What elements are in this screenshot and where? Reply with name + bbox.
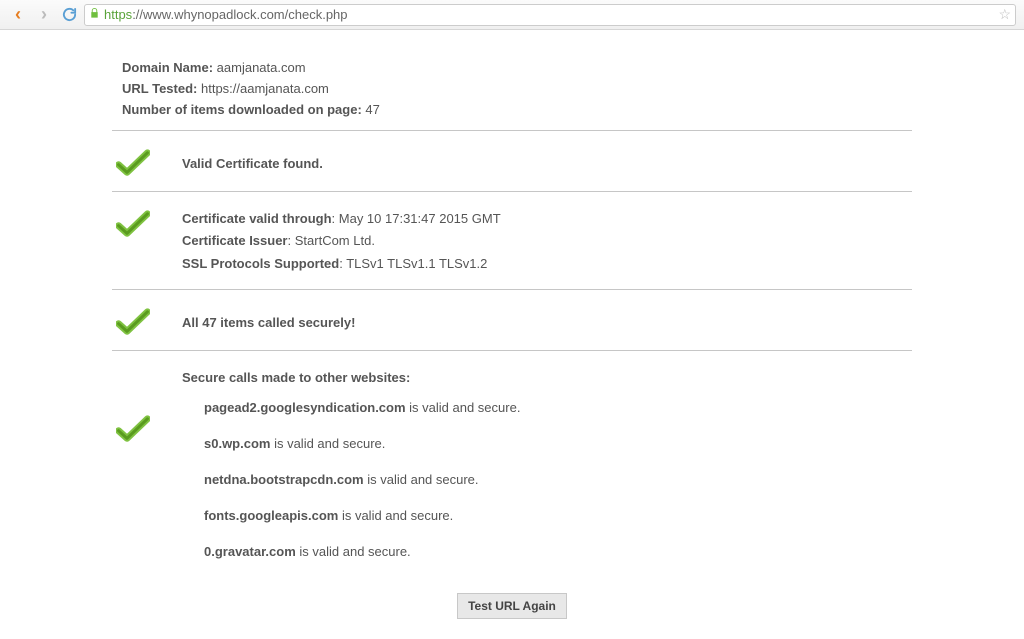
- protocols-label: SSL Protocols Supported: [182, 256, 339, 271]
- page-content: Domain Name: aamjanata.com URL Tested: h…: [102, 30, 922, 639]
- secure-call-host: 0.gravatar.com: [204, 544, 296, 559]
- secure-call-suffix: is valid and secure.: [296, 544, 411, 559]
- issuer-value: StartCom Ltd.: [295, 233, 375, 248]
- secure-call-host: s0.wp.com: [204, 436, 270, 451]
- divider: [112, 289, 912, 290]
- all-secure-text: All 47 items called securely!: [182, 315, 355, 330]
- domain-label: Domain Name:: [122, 60, 213, 75]
- other-sites-row: Secure calls made to other websites: pag…: [112, 361, 912, 582]
- protocols-value: TLSv1 TLSv1.1 TLSv1.2: [346, 256, 487, 271]
- reload-button[interactable]: [60, 6, 78, 24]
- items-value: 47: [365, 102, 379, 117]
- test-url-again-button[interactable]: Test URL Again: [457, 593, 567, 619]
- browser-toolbar: ‹ › https://www.whynopadlock.com/check.p…: [0, 0, 1024, 30]
- secure-call-item: fonts.googleapis.com is valid and secure…: [182, 501, 912, 537]
- back-button[interactable]: ‹: [8, 5, 28, 25]
- secure-call-suffix: is valid and secure.: [406, 400, 521, 415]
- checkmark-icon: [116, 308, 150, 336]
- domain-value: aamjanata.com: [217, 60, 306, 75]
- url-tested-label: URL Tested:: [122, 81, 197, 96]
- checkmark-icon: [116, 415, 150, 443]
- secure-call-host: fonts.googleapis.com: [204, 508, 338, 523]
- secure-call-host: netdna.bootstrapcdn.com: [204, 472, 364, 487]
- secure-call-suffix: is valid and secure.: [270, 436, 385, 451]
- check-summary: Domain Name: aamjanata.com URL Tested: h…: [112, 58, 912, 120]
- divider: [112, 130, 912, 131]
- forward-button[interactable]: ›: [34, 5, 54, 25]
- checkmark-icon: [116, 149, 150, 177]
- lock-icon: [89, 7, 100, 22]
- valid-cert-row: Valid Certificate found.: [112, 141, 912, 185]
- secure-call-suffix: is valid and secure.: [364, 472, 479, 487]
- items-label: Number of items downloaded on page:: [122, 102, 362, 117]
- bookmark-star-icon[interactable]: ☆: [998, 6, 1011, 23]
- secure-calls-list: pagead2.googlesyndication.com is valid a…: [182, 393, 912, 573]
- cert-through-value: May 10 17:31:47 2015 GMT: [339, 211, 501, 226]
- secure-call-item: 0.gravatar.com is valid and secure.: [182, 537, 912, 573]
- url-tested-value: https://aamjanata.com: [201, 81, 329, 96]
- all-secure-row: All 47 items called securely!: [112, 300, 912, 344]
- issuer-label: Certificate Issuer: [182, 233, 288, 248]
- checkmark-icon: [116, 210, 150, 238]
- secure-call-host: pagead2.googlesyndication.com: [204, 400, 406, 415]
- secure-call-item: s0.wp.com is valid and secure.: [182, 429, 912, 465]
- url-text: https://www.whynopadlock.com/check.php: [104, 7, 994, 22]
- url-bar[interactable]: https://www.whynopadlock.com/check.php ☆: [84, 4, 1016, 26]
- cert-through-label: Certificate valid through: [182, 211, 332, 226]
- other-sites-title: Secure calls made to other websites:: [182, 367, 912, 389]
- valid-cert-text: Valid Certificate found.: [182, 156, 323, 171]
- secure-call-item: netdna.bootstrapcdn.com is valid and sec…: [182, 465, 912, 501]
- cert-details-row: Certificate valid through: May 10 17:31:…: [112, 202, 912, 282]
- secure-call-suffix: is valid and secure.: [338, 508, 453, 523]
- secure-call-item: pagead2.googlesyndication.com is valid a…: [182, 393, 912, 429]
- divider: [112, 191, 912, 192]
- divider: [112, 350, 912, 351]
